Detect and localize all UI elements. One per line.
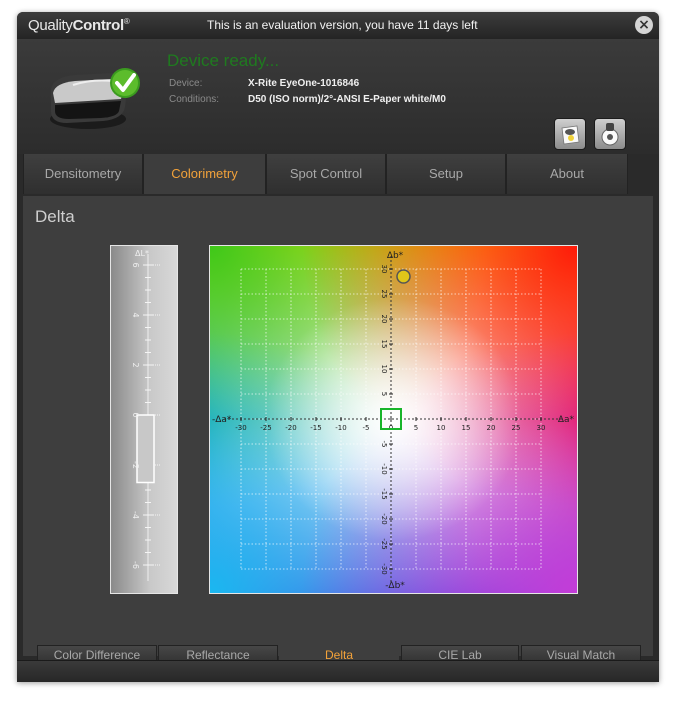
tab-colorimetry[interactable]: Colorimetry	[143, 154, 266, 194]
logo-quality: Quality	[28, 17, 73, 34]
app-window: QualityControl® This is an evaluation ve…	[17, 12, 659, 682]
tab-about[interactable]: About	[506, 154, 628, 194]
delta-l-tick-label: 6	[131, 262, 140, 267]
delta-a-tick-label: 30	[537, 424, 546, 432]
delta-l-axis-label: ΔL*	[135, 249, 149, 258]
delta-a-tick-label: 15	[462, 424, 471, 432]
delta-a-tick-label: -30	[235, 424, 246, 432]
delta-l-value-bar	[136, 414, 155, 484]
delta-l-tick-label: -6	[131, 561, 140, 569]
tab-setup[interactable]: Setup	[386, 154, 506, 194]
delta-l-tick-label: 2	[131, 362, 140, 367]
delta-b-tick-label: -5	[380, 441, 388, 448]
delta-a-tick-label: 10	[437, 424, 446, 432]
app-logo: QualityControl®	[28, 17, 130, 34]
device-status: Device ready...	[167, 51, 280, 70]
delta-b-tick-label: 5	[380, 392, 388, 396]
delta-b-tick-label: 25	[380, 290, 388, 299]
delta-b-tick-label: 10	[380, 365, 388, 374]
delta-b-tick-label: 15	[380, 340, 388, 349]
spectrophotometer-device-icon	[43, 59, 153, 137]
spot-measure-button[interactable]	[594, 118, 626, 150]
conditions-value: D50 (ISO norm)/2°-ANSI E-Paper white/M0	[248, 94, 446, 105]
delta-a-tick-label: 20	[487, 424, 496, 432]
evaluation-message: This is an evaluation version, you have …	[207, 18, 478, 32]
delta-a-tick-label: 25	[512, 424, 521, 432]
spot-measure-icon	[601, 123, 619, 146]
colorimetry-panel: Delta 6 4 2 0 -2 -4 -6 ΔL* -30 -25 -20 -…	[23, 196, 653, 666]
delta-l-tick-label: -2	[131, 461, 140, 469]
delta-b-tick-label: -15	[380, 488, 388, 499]
delta-l-gauge: 6 4 2 0 -2 -4 -6 ΔL*	[110, 245, 178, 594]
sample-marker	[396, 269, 411, 284]
delta-a-tick-label: -5	[363, 424, 370, 432]
device-label: Device:	[169, 78, 203, 89]
delta-a-tick-label: -25	[260, 424, 271, 432]
device-value: X-Rite EyeOne-1016846	[248, 78, 360, 89]
main-tabs: Densitometry Colorimetry Spot Control Se…	[17, 154, 659, 196]
delta-l-tick-label: -4	[131, 511, 140, 519]
logo-registered-mark: ®	[123, 17, 130, 26]
delta-a-tick-label: -10	[335, 424, 346, 432]
delta-a-negative-label: -Δa*	[212, 415, 232, 425]
delta-b-tick-label: 20	[380, 315, 388, 324]
title-bar: QualityControl® This is an evaluation ve…	[17, 12, 659, 39]
paper-white-button[interactable]	[554, 118, 586, 150]
delta-a-tick-label: -20	[285, 424, 296, 432]
delta-b-tick-label: -30	[380, 563, 388, 574]
status-bar	[17, 660, 659, 682]
paper-white-icon	[561, 125, 580, 145]
section-title: Delta	[35, 207, 75, 226]
close-button[interactable]: ×	[635, 16, 653, 34]
delta-a-tick-label: -15	[310, 424, 321, 432]
delta-a-positive-label: Δa*	[558, 415, 575, 425]
tab-spot-control[interactable]: Spot Control	[266, 154, 386, 194]
delta-b-positive-label: Δb*	[387, 251, 404, 261]
conditions-label: Conditions:	[169, 94, 220, 105]
delta-ab-plot: -30 -25 -20 -15 -10 -5 0 5 10 15 20 25 30 30 25 20 15 10 5…	[209, 245, 578, 594]
logo-control: Control	[72, 17, 125, 34]
delta-b-tick-label: -20	[380, 513, 388, 524]
delta-a-tick-label: 5	[414, 424, 418, 432]
delta-l-tick-label: 0	[131, 412, 140, 417]
delta-b-negative-label: -Δb*	[385, 581, 405, 591]
delta-b-tick-label: -10	[380, 463, 388, 474]
delta-b-tick-label: -25	[380, 538, 388, 549]
delta-b-tick-label: 30	[380, 265, 388, 274]
tab-densitometry[interactable]: Densitometry	[23, 154, 143, 194]
delta-l-tick-label: 4	[131, 312, 140, 317]
device-header: Device ready... Device: X-Rite EyeOne-10…	[17, 39, 659, 154]
